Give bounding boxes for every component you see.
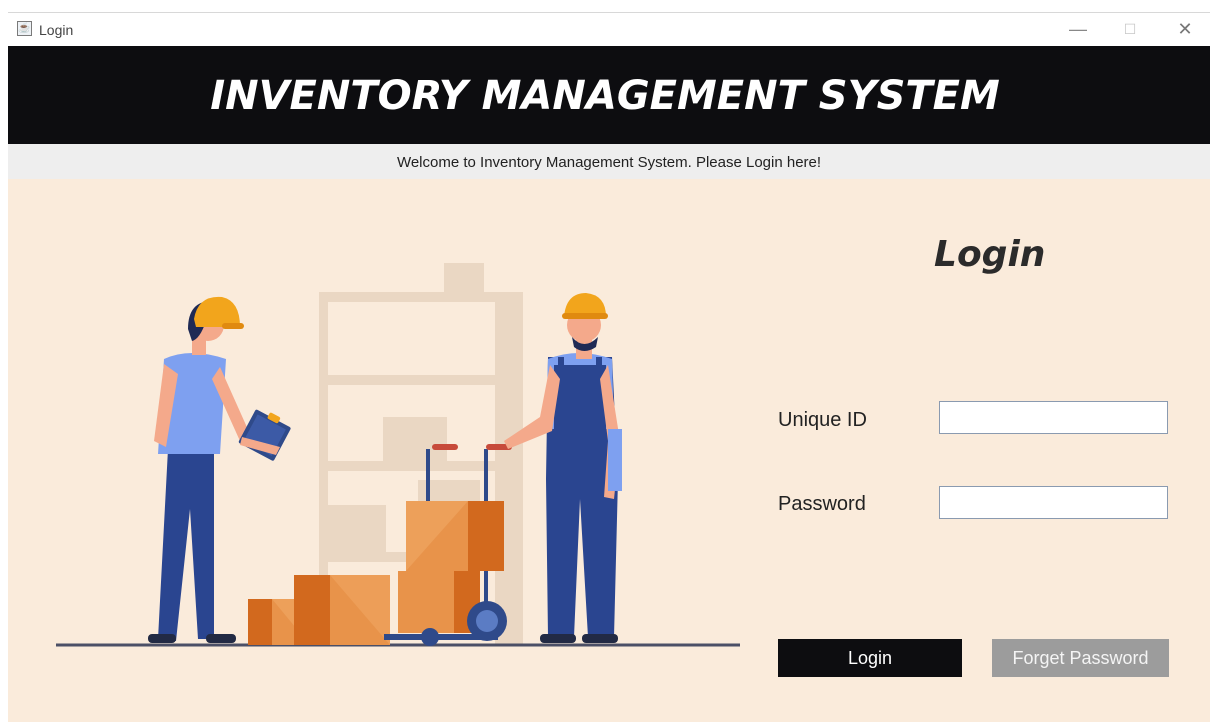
female-worker-icon [148, 296, 291, 643]
maximize-button[interactable]: ☐ [1110, 15, 1150, 43]
forget-password-button[interactable]: Forget Password [992, 639, 1169, 677]
close-button[interactable]: ✕ [1165, 15, 1205, 43]
hand-truck-icon [384, 444, 512, 646]
minimize-button[interactable]: — [1058, 15, 1098, 43]
login-heading: Login [934, 234, 1046, 275]
app-title: INVENTORY MANAGEMENT SYSTEM [210, 73, 1000, 119]
login-panel: Login Unique ID Password Login Forget Pa… [8, 179, 1210, 722]
app-header: INVENTORY MANAGEMENT SYSTEM [8, 46, 1210, 144]
login-button[interactable]: Login [778, 639, 962, 677]
warehouse-workers-illustration [56, 263, 740, 647]
java-cup-icon: ☕ [17, 21, 32, 36]
welcome-bar: Welcome to Inventory Management System. … [8, 144, 1210, 179]
unique-id-label: Unique ID [778, 409, 867, 431]
box-icon [294, 575, 390, 645]
password-label: Password [778, 493, 866, 515]
password-input[interactable] [939, 486, 1168, 519]
welcome-message: Welcome to Inventory Management System. … [396, 154, 822, 171]
unique-id-input[interactable] [939, 401, 1168, 434]
window-title: Login [39, 22, 74, 38]
window-titlebar: ☕ Login — ☐ ✕ [8, 12, 1210, 47]
